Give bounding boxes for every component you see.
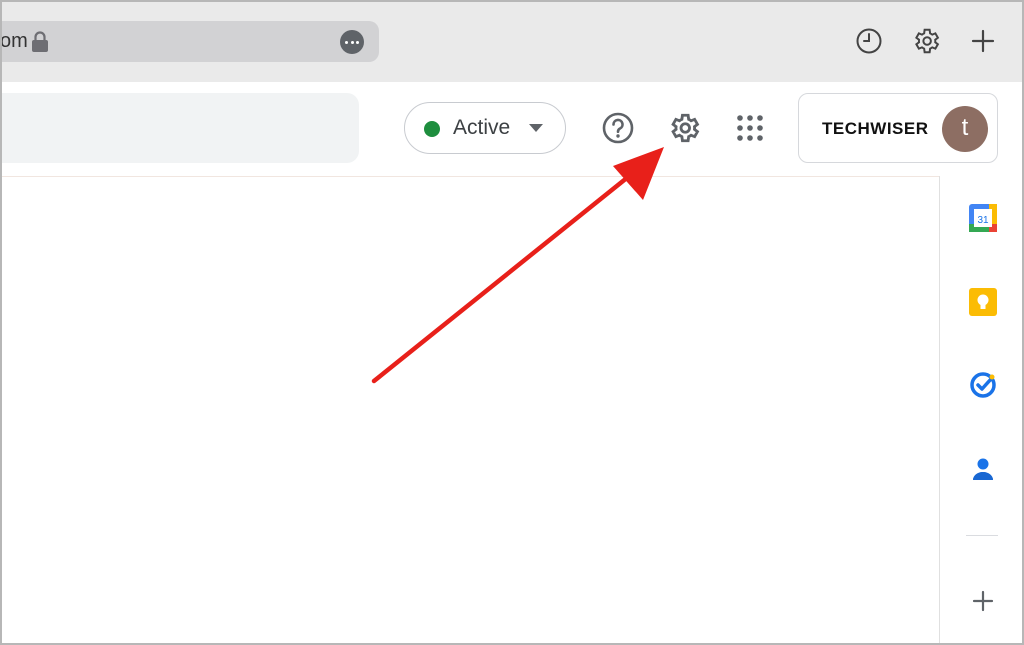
google-calendar-icon[interactable]: 31 (968, 203, 998, 233)
brand-logo: TECHWISER (822, 119, 929, 138)
google-keep-icon[interactable] (968, 287, 998, 317)
status-dropdown[interactable]: Active (404, 102, 566, 154)
help-icon[interactable] (601, 111, 635, 145)
avatar[interactable]: t (942, 106, 988, 152)
google-contacts-icon[interactable] (968, 454, 998, 484)
page-menu-button[interactable] (340, 30, 364, 54)
add-addon-plus-icon[interactable] (968, 586, 998, 616)
search-bar[interactable] (0, 93, 359, 163)
plus-icon[interactable] (968, 26, 998, 56)
gear-icon[interactable] (911, 26, 941, 56)
google-tasks-icon[interactable] (968, 370, 998, 400)
settings-gear-icon[interactable] (667, 111, 701, 145)
lock-icon (32, 31, 48, 52)
status-dot (424, 121, 440, 137)
status-label: Active (453, 116, 511, 139)
history-icon[interactable] (854, 26, 884, 56)
browser-toolbar: om (0, 0, 1024, 82)
url-text: om (0, 30, 28, 52)
chevron-down-icon (529, 124, 543, 132)
account-switcher[interactable]: TECHWISER t (798, 93, 998, 163)
side-panel: 31 (939, 176, 1024, 645)
app-header: Active TECHWISER t (0, 82, 1024, 177)
calendar-day: 31 (977, 215, 989, 226)
side-divider (966, 535, 998, 536)
apps-grid-icon[interactable] (733, 111, 767, 145)
address-bar[interactable]: om (0, 21, 379, 62)
